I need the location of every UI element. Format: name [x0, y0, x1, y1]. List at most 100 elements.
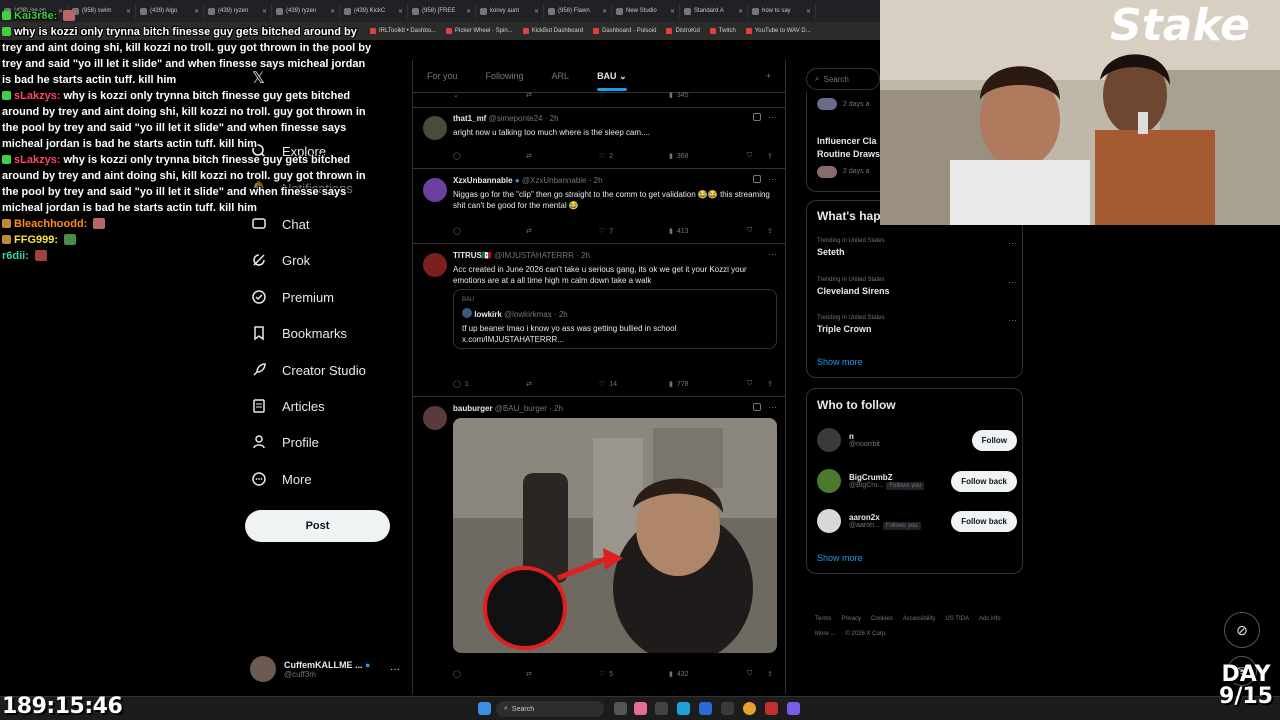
author-name[interactable]: that1_mf — [453, 114, 486, 123]
trend-item[interactable]: Trending in United States Triple Crown ·… — [817, 315, 1017, 334]
grok-icon[interactable] — [753, 113, 761, 121]
footer-link[interactable]: US TIDA — [945, 612, 969, 627]
avatar[interactable] — [423, 116, 447, 140]
bookmark[interactable]: DistroKid — [666, 28, 700, 34]
author-name[interactable]: XzxUnbannable — [453, 176, 513, 185]
reply-button[interactable]: ⌄ — [453, 91, 526, 99]
repost-button[interactable]: ⇄ — [526, 227, 599, 235]
views-button[interactable]: ▮ 778 — [669, 380, 747, 389]
views-button[interactable]: ▮ 368 — [669, 152, 747, 161]
tweet[interactable]: TITRUS🇲🇽 @IMJUSTAHATERRR · 2h ··· Acc cr… — [413, 245, 785, 397]
bookmark[interactable]: IRLToolkit • Dashbo... — [370, 28, 436, 34]
follow-suggestion[interactable]: n @noorrbit Follow — [817, 425, 1017, 455]
bookmark[interactable]: YouTube to WAV D... — [745, 28, 811, 34]
trend-item[interactable]: Trending in United States Seteth ··· — [817, 238, 1017, 257]
bookmark[interactable]: Twitch — [709, 28, 736, 34]
tab-for-you[interactable]: For you — [413, 60, 472, 92]
avatar[interactable] — [817, 509, 841, 533]
tweet[interactable]: XzxUnbannable ● @XzxUnbannable · 2h ··· … — [413, 170, 785, 244]
bookmark[interactable]: Dashboard - Pulsoid — [593, 28, 656, 34]
reply-button[interactable]: ◯ — [453, 670, 526, 678]
show-more-link[interactable]: Show more — [817, 357, 863, 367]
avatar[interactable] — [423, 253, 447, 277]
author-handle[interactable]: @BAU_burger — [495, 404, 547, 413]
quoted-tweet[interactable]: BAU lowkirk @lowkirkmax · 2h tf up beane… — [453, 289, 777, 349]
more-options-icon[interactable]: ··· — [1008, 315, 1017, 325]
reply-button[interactable]: ◯ — [453, 227, 526, 235]
like-button[interactable]: ♡ 14 — [599, 380, 669, 389]
chrome-icon[interactable] — [743, 702, 756, 715]
nav-profile[interactable]: Profile — [250, 433, 319, 451]
close-tab-icon[interactable]: ✕ — [806, 8, 811, 15]
more-options-icon[interactable]: ··· — [1008, 238, 1017, 248]
nav-more[interactable]: More — [250, 470, 312, 488]
app-icon[interactable] — [765, 702, 778, 715]
repost-button[interactable]: ⇄ — [526, 380, 599, 388]
nav-creator-studio[interactable]: Creator Studio — [250, 361, 366, 379]
follow-suggestion[interactable]: aaron2x @aaron... Follows you Follow back — [817, 506, 1017, 536]
browser-tab[interactable]: how to say ✕ — [748, 4, 816, 18]
tweet-time[interactable]: · 2h — [549, 404, 563, 413]
search-input[interactable]: ⌕ Search — [806, 68, 880, 90]
avatar[interactable] — [817, 428, 841, 452]
reply-button[interactable]: ◯ — [453, 152, 526, 160]
views-button[interactable]: ▮ 413 — [669, 227, 747, 236]
news-item[interactable]: Influencer Cla Routine Draws 2 days a — [817, 135, 880, 178]
share-button[interactable]: ⇪ — [767, 227, 773, 235]
news-item[interactable]: 2 days a — [817, 98, 869, 110]
tab-following[interactable]: Following — [472, 60, 538, 92]
like-button[interactable]: ♡ 5 — [599, 670, 669, 679]
close-tab-icon[interactable]: ✕ — [670, 8, 675, 15]
nav-bookmarks[interactable]: Bookmarks — [250, 324, 347, 342]
footer-link[interactable]: More ... — [815, 627, 835, 642]
grok-icon[interactable] — [753, 175, 761, 183]
app-icon[interactable] — [655, 702, 668, 715]
like-button[interactable]: ♡ 2 — [599, 152, 669, 161]
tweet[interactable]: ⌄ ⇄ ♡ ▮ 345 — [413, 91, 785, 108]
windows-start-icon[interactable] — [478, 702, 491, 715]
more-options-icon[interactable]: ··· — [768, 174, 777, 184]
nav-premium[interactable]: Premium — [250, 288, 334, 306]
repost-button[interactable]: ⇄ — [526, 152, 599, 160]
bookmark[interactable]: KickBot Dashboard — [522, 28, 583, 34]
author-handle[interactable]: @IMJUSTAHATERRR — [494, 251, 574, 260]
reply-button[interactable]: ◯ 1 — [453, 380, 526, 389]
like-button[interactable]: ♡ — [599, 91, 669, 99]
author-name[interactable]: bauburger — [453, 404, 493, 413]
avatar[interactable] — [423, 178, 447, 202]
more-options-icon[interactable]: ··· — [390, 664, 400, 675]
task-view-icon[interactable] — [614, 702, 627, 715]
tweet[interactable]: bauburger @BAU_burger · 2h ··· ◯ ⇄ ♡5 ▮ — [413, 398, 785, 688]
footer-link[interactable]: Ads info — [979, 612, 1001, 627]
bookmark[interactable]: Picker Wheel - Spin... — [446, 28, 513, 34]
browser-tab[interactable]: Standard A ✕ — [680, 4, 748, 18]
footer-link[interactable]: Privacy — [841, 612, 861, 627]
nav-articles[interactable]: Articles — [250, 397, 325, 415]
follow-button[interactable]: Follow — [971, 429, 1017, 451]
browser-tab[interactable]: (958) [FREE ✕ — [408, 4, 476, 18]
tweet-time[interactable]: · 2h — [576, 251, 590, 260]
more-options-icon[interactable]: ··· — [768, 112, 777, 122]
repost-button[interactable]: ⇄ — [526, 91, 599, 99]
more-options-icon[interactable]: ··· — [768, 249, 777, 259]
like-button[interactable]: ♡ 7 — [599, 227, 669, 236]
tweet-time[interactable]: · 2h — [545, 114, 559, 123]
share-button[interactable]: ⇪ — [767, 670, 773, 678]
bookmark-button[interactable]: ⛉ — [747, 380, 767, 388]
more-options-icon[interactable]: ··· — [1008, 277, 1017, 287]
trend-item[interactable]: Trending in United States Cleveland Sire… — [817, 277, 1017, 296]
follow-back-button[interactable]: Follow back — [951, 470, 1017, 492]
add-tab-button[interactable]: + — [752, 60, 785, 92]
app-icon[interactable] — [699, 702, 712, 715]
taskbar-search[interactable]: ⌕ Search — [496, 701, 604, 717]
tweet-media-image[interactable] — [453, 418, 777, 653]
views-button[interactable]: ▮ 432 — [669, 670, 747, 679]
author-handle[interactable]: @XzxUnbannable — [522, 176, 587, 185]
bookmark-button[interactable]: ⛉ — [747, 227, 767, 235]
edge-icon[interactable] — [677, 702, 690, 715]
author-handle[interactable]: @simeponte24 — [489, 114, 543, 123]
close-tab-icon[interactable]: ✕ — [602, 8, 607, 15]
account-switcher[interactable]: CuffemKALLME ... ● @cuff3m ··· — [250, 654, 400, 684]
author-name[interactable]: TITRUS🇲🇽 — [453, 251, 492, 260]
tweet-time[interactable]: · 2h — [589, 176, 603, 185]
